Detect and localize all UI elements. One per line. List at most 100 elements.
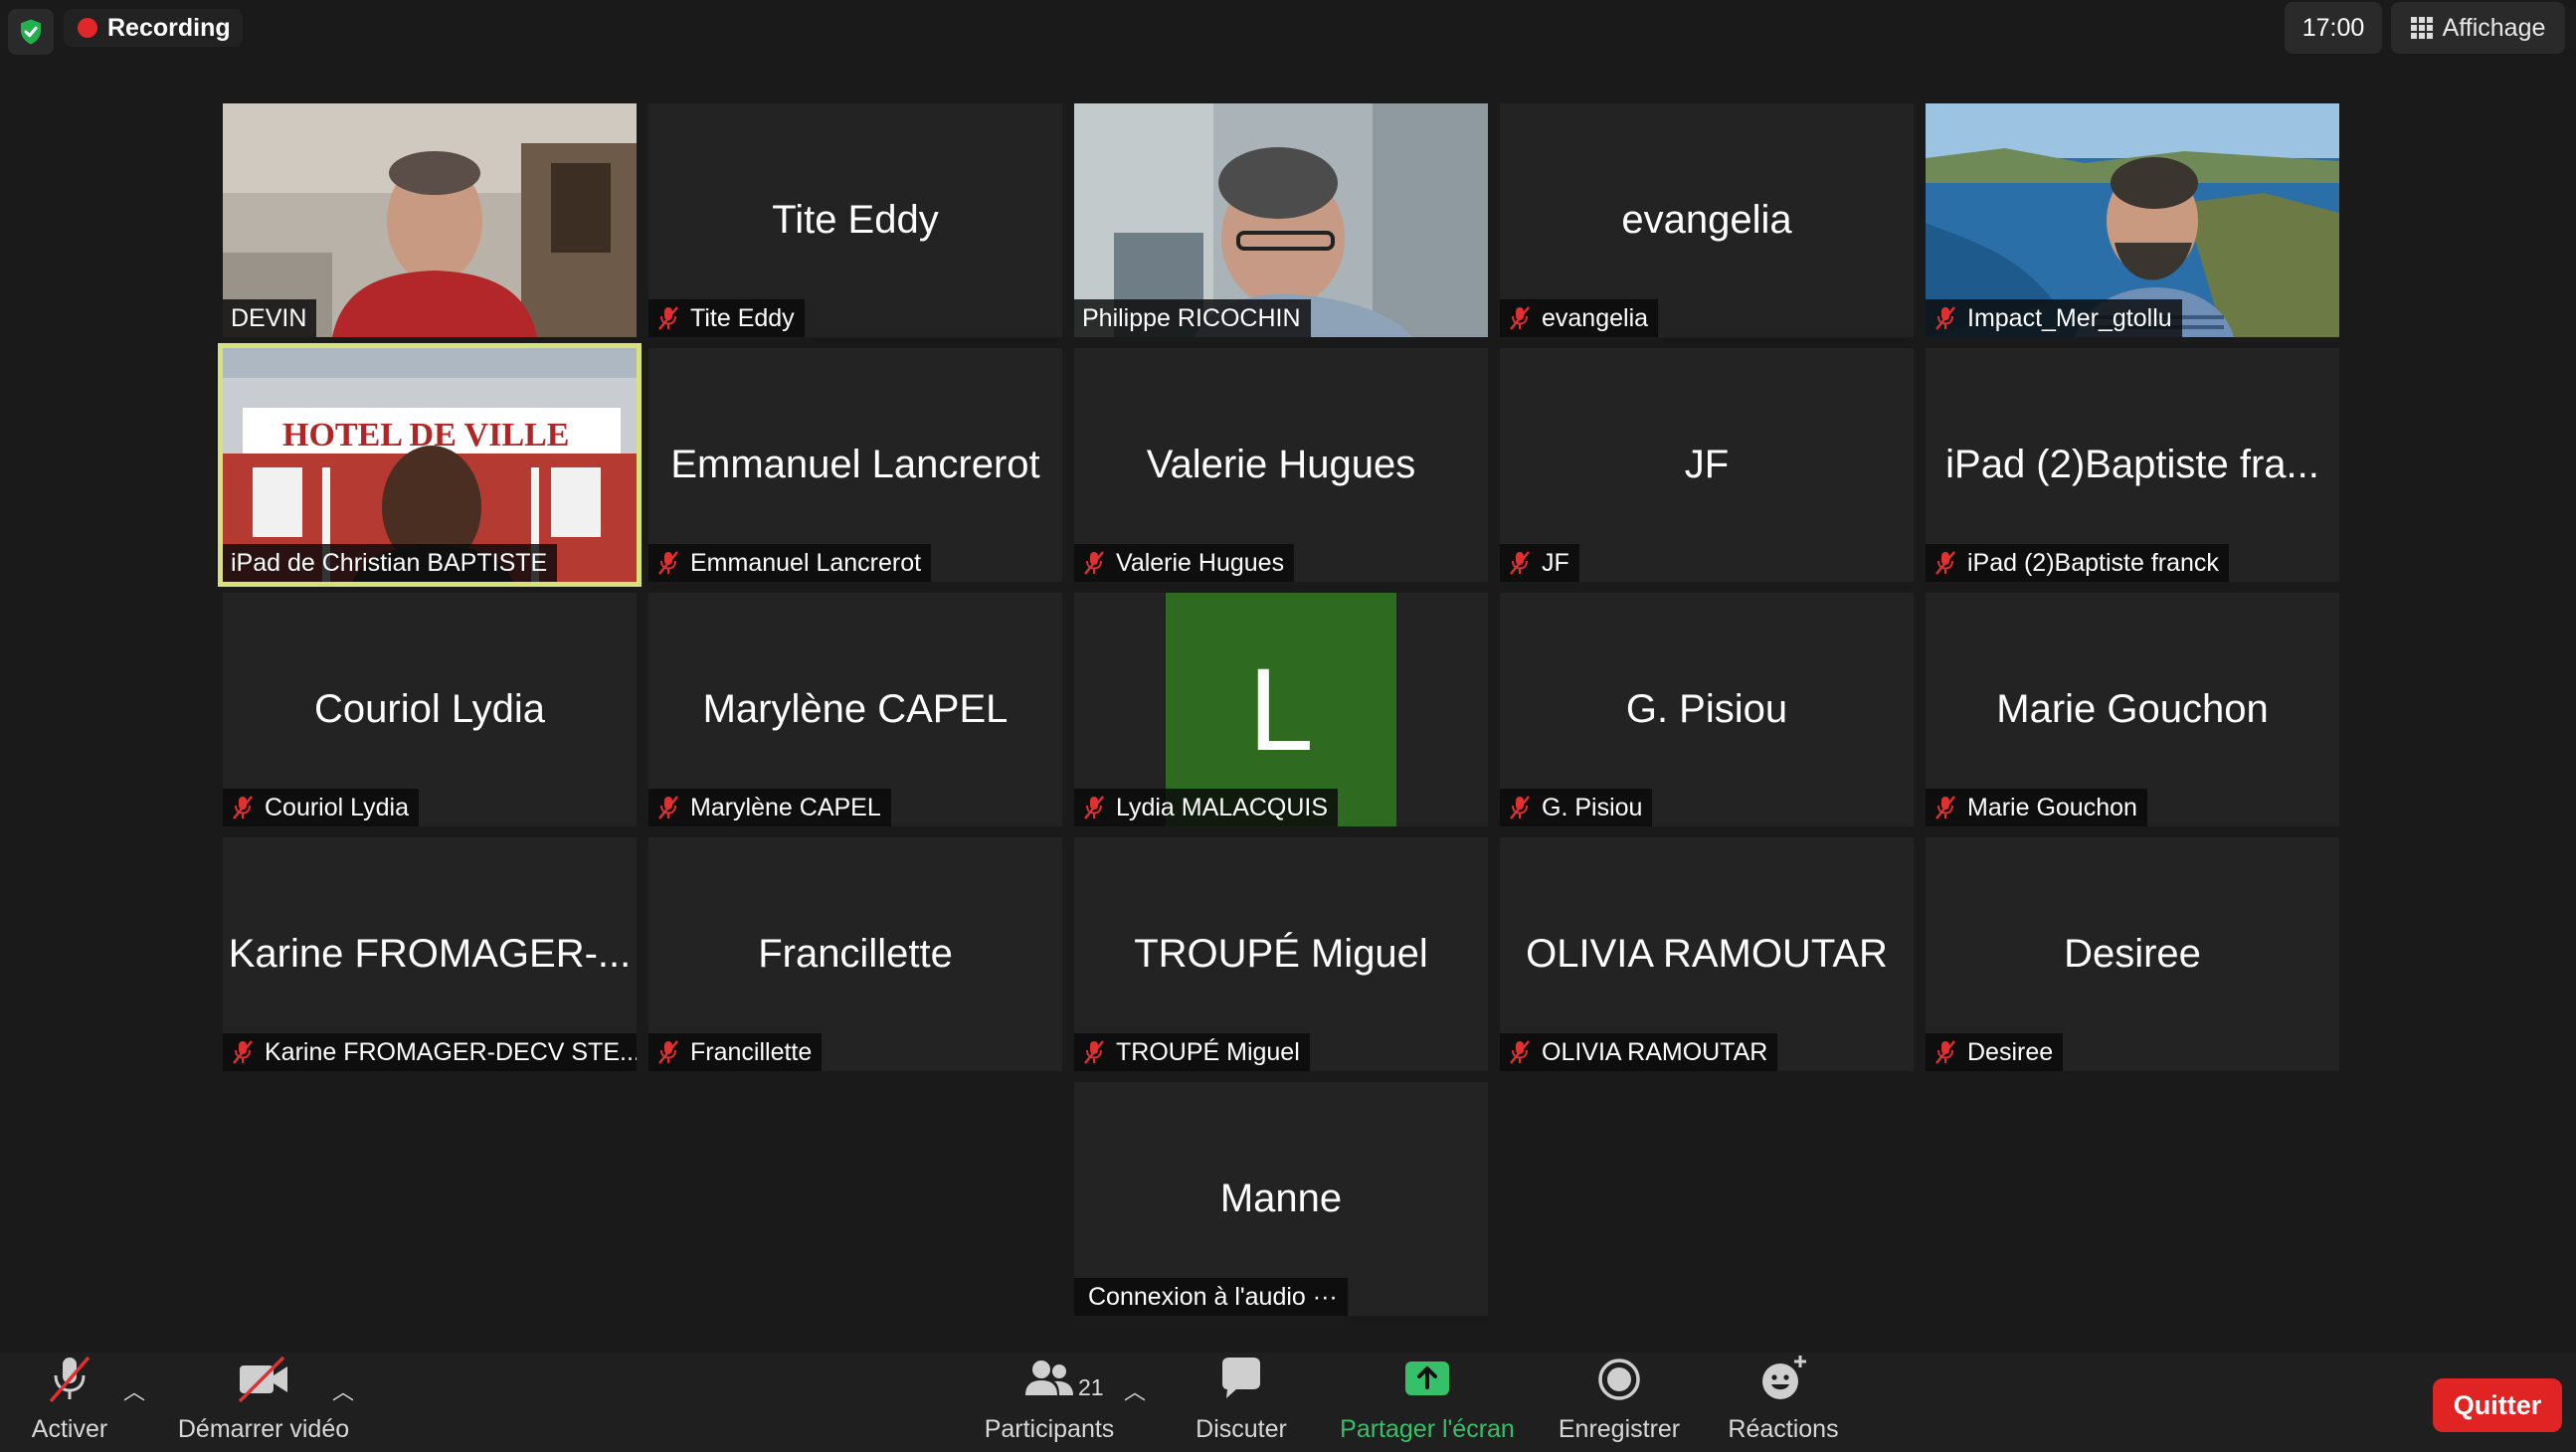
name-text: Lydia MALACQUIS: [1116, 793, 1329, 821]
name-text: DEVIN: [231, 303, 307, 332]
participant-name-label: Marie Gouchon: [1926, 789, 2147, 826]
video-tile[interactable]: Marie Gouchon Marie Gouchon: [1926, 593, 2339, 826]
video-tile[interactable]: iPad (2)Baptiste fra... iPad (2)Baptiste…: [1926, 348, 2339, 582]
name-text: Marie Gouchon: [1967, 793, 2137, 821]
muted-mic-icon: [1935, 306, 1955, 330]
video-tile[interactable]: Desiree Desiree: [1926, 837, 2339, 1071]
muted-mic-icon: [658, 551, 678, 575]
meeting-clock: 17:00: [2285, 2, 2382, 54]
grid-view-icon: [2410, 17, 2433, 39]
video-tile[interactable]: JF JF: [1500, 348, 1914, 582]
name-text: iPad de Christian BAPTISTE: [231, 548, 548, 577]
name-text: TROUPÉ Miguel: [1116, 1037, 1300, 1066]
name-text: OLIVIA RAMOUTAR: [1542, 1037, 1768, 1066]
muted-mic-icon: [233, 1040, 253, 1064]
video-tile[interactable]: Impact_Mer_gtollu: [1926, 103, 2339, 337]
start-video-label: Démarrer vidéo: [177, 1415, 350, 1443]
reactions-emoji-icon: [1762, 1356, 1806, 1399]
participant-name-label: Karine FROMAGER-DECV STE...: [223, 1033, 637, 1071]
record-icon: [1598, 1359, 1640, 1400]
record-button[interactable]: Enregistrer: [1548, 1353, 1691, 1452]
muted-mic-icon: [1510, 796, 1530, 819]
video-tile[interactable]: Manne Connexion à l'audio ···: [1074, 1082, 1488, 1316]
view-button[interactable]: Affichage: [2391, 2, 2565, 54]
share-screen-label: Partager l'écran: [1340, 1415, 1515, 1443]
participant-name-label: Impact_Mer_gtollu: [1926, 299, 2182, 337]
name-text: JF: [1542, 548, 1569, 577]
name-text: iPad (2)Baptiste franck: [1967, 548, 2219, 577]
muted-mic-icon: [1935, 796, 1955, 819]
video-tile[interactable]: Valerie Hugues Valerie Hugues: [1074, 348, 1488, 582]
video-tile[interactable]: Philippe RICOCHIN: [1074, 103, 1488, 337]
participant-name-label: Francillette: [648, 1033, 823, 1071]
participant-name-label: Couriol Lydia: [223, 789, 419, 826]
participant-name-label: OLIVIA RAMOUTAR: [1500, 1033, 1778, 1071]
participant-name-label: JF: [1500, 544, 1579, 582]
participant-name-label: Connexion à l'audio ···: [1074, 1278, 1348, 1316]
name-text: Emmanuel Lancrerot: [690, 548, 922, 577]
muted-mic-icon: [658, 306, 678, 330]
video-tile[interactable]: L Lydia MALACQUIS: [1074, 593, 1488, 826]
participant-name-label: Tite Eddy: [648, 299, 805, 337]
recording-indicator[interactable]: Recording: [64, 9, 243, 47]
unmute-button[interactable]: Activer: [20, 1353, 119, 1452]
chat-icon: [1222, 1358, 1260, 1398]
muted-mic-icon: [1510, 551, 1530, 575]
participants-caret-icon[interactable]: ︿: [1124, 1374, 1146, 1406]
muted-mic-icon: [233, 796, 253, 819]
video-tile[interactable]: DEVIN: [223, 103, 637, 337]
participants-button[interactable]: Participants: [975, 1353, 1124, 1452]
participant-name-label: Marylène CAPEL: [648, 789, 891, 826]
participant-name-label: Valerie Hugues: [1074, 544, 1295, 582]
name-text: Couriol Lydia: [265, 793, 409, 821]
start-video-button[interactable]: Démarrer vidéo: [169, 1353, 358, 1452]
share-screen-icon: [1405, 1361, 1449, 1395]
muted-mic-icon: [1084, 796, 1104, 819]
quit-meeting-button[interactable]: Quitter: [2433, 1378, 2562, 1432]
video-tile[interactable]: OLIVIA RAMOUTAR OLIVIA RAMOUTAR: [1500, 837, 1914, 1071]
muted-mic-icon: [1935, 551, 1955, 575]
video-tile[interactable]: Marylène CAPEL Marylène CAPEL: [648, 593, 1062, 826]
muted-mic-icon: [1084, 551, 1104, 575]
audio-options-caret-icon[interactable]: ︿: [123, 1374, 145, 1406]
video-tile[interactable]: G. Pisiou G. Pisiou: [1500, 593, 1914, 826]
muted-mic-icon: [658, 1040, 678, 1064]
reactions-button[interactable]: Réactions: [1717, 1353, 1850, 1452]
security-shield-icon[interactable]: [8, 9, 54, 55]
video-tile[interactable]: Couriol Lydia Couriol Lydia: [223, 593, 637, 826]
video-tile[interactable]: TROUPÉ Miguel TROUPÉ Miguel: [1074, 837, 1488, 1071]
unmute-label: Activer: [31, 1415, 108, 1443]
participant-name-label: iPad de Christian BAPTISTE: [223, 544, 558, 582]
name-text: G. Pisiou: [1542, 793, 1643, 821]
video-tile[interactable]: Karine FROMAGER-... Karine FROMAGER-DECV…: [223, 837, 637, 1071]
video-tile[interactable]: evangelia evangelia: [1500, 103, 1914, 337]
chat-label: Discuter: [1196, 1415, 1287, 1443]
video-tile[interactable]: Tite Eddy Tite Eddy: [648, 103, 1062, 337]
name-text: Karine FROMAGER-DECV STE...: [265, 1037, 637, 1066]
participant-name-label: iPad (2)Baptiste franck: [1926, 544, 2229, 582]
record-label: Enregistrer: [1558, 1415, 1681, 1443]
recording-label: Recording: [107, 13, 231, 42]
participant-name-label: G. Pisiou: [1500, 789, 1653, 826]
muted-mic-icon: [1084, 1040, 1104, 1064]
muted-mic-icon: [1510, 1040, 1530, 1064]
participant-name-label: evangelia: [1500, 299, 1659, 337]
muted-mic-icon: [658, 796, 678, 819]
name-text: Tite Eddy: [690, 303, 795, 332]
audio-connecting-text: Connexion à l'audio ···: [1088, 1282, 1338, 1311]
video-options-caret-icon[interactable]: ︿: [332, 1374, 354, 1406]
participant-name-label: Philippe RICOCHIN: [1074, 299, 1311, 337]
video-tile-active-speaker[interactable]: HOTEL DE VILLE iPad de Christian BAPTIST…: [218, 343, 642, 587]
name-text: Valerie Hugues: [1116, 548, 1285, 577]
video-tile[interactable]: Francillette Francillette: [648, 837, 1062, 1071]
participants-count: 21: [1078, 1374, 1104, 1400]
chat-button[interactable]: Discuter: [1182, 1353, 1301, 1452]
name-text: Francillette: [690, 1037, 813, 1066]
participants-icon: [1025, 1361, 1073, 1395]
name-text: Philippe RICOCHIN: [1082, 303, 1301, 332]
participant-name-label: Desiree: [1926, 1033, 2064, 1071]
name-text: Impact_Mer_gtollu: [1967, 303, 2172, 332]
share-screen-button[interactable]: Partager l'écran: [1333, 1353, 1522, 1452]
video-tile[interactable]: Emmanuel Lancrerot Emmanuel Lancrerot: [648, 348, 1062, 582]
reactions-label: Réactions: [1728, 1415, 1839, 1443]
